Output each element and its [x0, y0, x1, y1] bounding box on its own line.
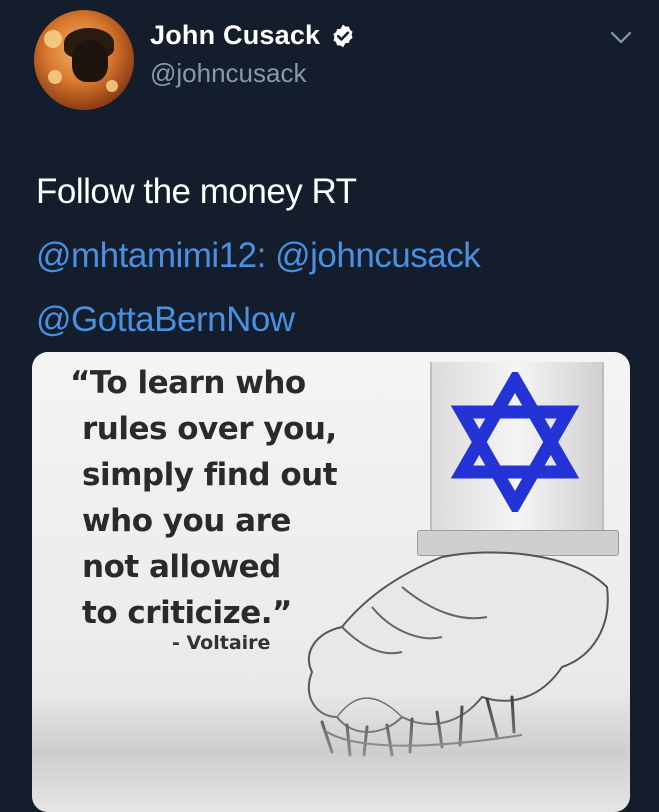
quote-line: simply find out	[82, 457, 338, 493]
tweet-mentions-line: @GottaBernNow	[36, 288, 636, 352]
star-of-david-icon	[450, 372, 580, 512]
mention-link[interactable]: @johncusack	[275, 236, 481, 275]
avatar[interactable]	[34, 10, 134, 110]
author-display-name[interactable]: John Cusack	[150, 20, 320, 51]
tweet-mentions-line: @mhtamimi12: @johncusack	[36, 224, 636, 288]
tweet-media-image[interactable]: “To learn who rules over you, simply fin…	[32, 352, 630, 812]
quote-text: “To learn who rules over you, simply fin…	[70, 360, 338, 636]
quote-line: “To learn who	[70, 365, 306, 401]
quote-line: to criticize.”	[82, 595, 292, 631]
quote-line: rules over you,	[82, 411, 337, 447]
mention-link[interactable]: @GottaBernNow	[36, 300, 295, 339]
verified-badge-icon	[333, 24, 353, 47]
ground-shading	[32, 692, 630, 812]
tweet-text-line: Follow the money RT	[36, 172, 357, 211]
author-handle[interactable]: @johncusack	[150, 58, 306, 89]
chevron-down-icon[interactable]	[609, 30, 633, 46]
quote-line: who you are	[82, 503, 291, 539]
mention-link[interactable]: @mhtamimi12:	[36, 236, 266, 275]
tweet-body: Follow the money RT @mhtamimi12: @johncu…	[36, 160, 636, 352]
quote-attribution: - Voltaire	[172, 632, 271, 654]
author-name-row[interactable]: John Cusack	[150, 20, 356, 51]
quote-line: not allowed	[82, 549, 281, 585]
